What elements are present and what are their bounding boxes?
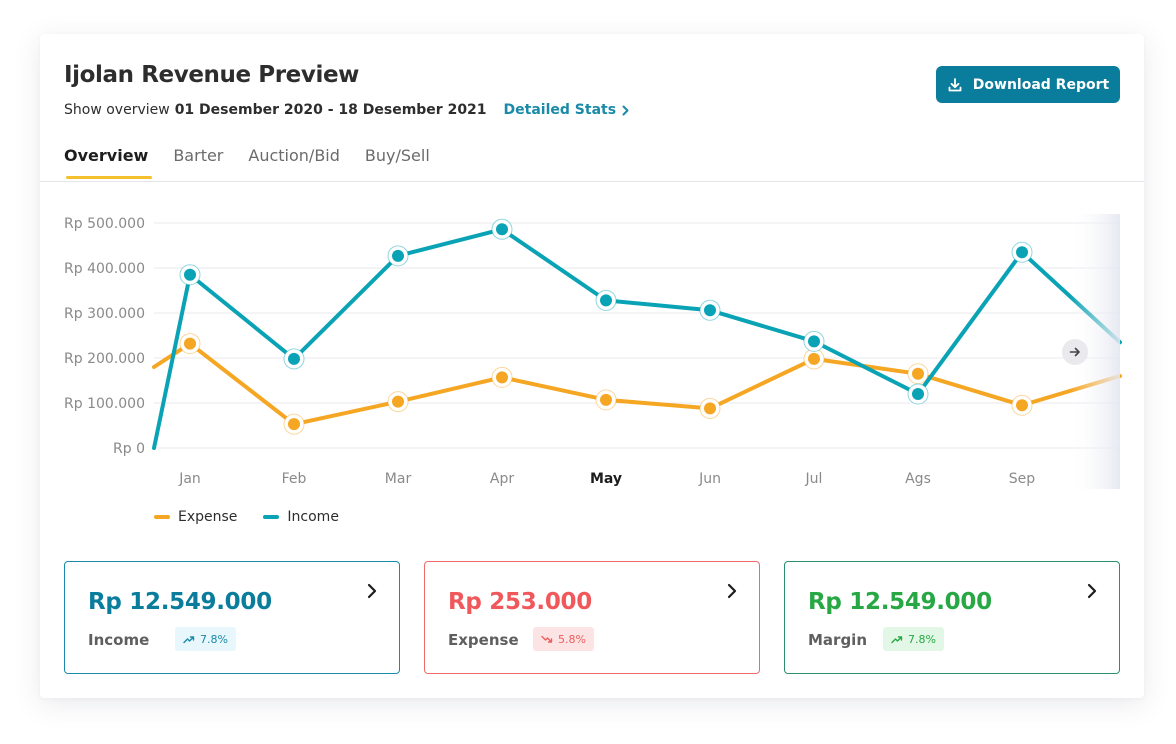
stat-change-expense: 5.8% <box>558 632 586 646</box>
data-point-income[interactable] <box>907 383 929 405</box>
data-point-income[interactable] <box>179 264 201 286</box>
chevron-right-icon <box>727 583 737 599</box>
x-tick-label: Jul <box>805 471 823 487</box>
y-tick-label: Rp 400.000 <box>64 261 145 277</box>
y-tick-label: Rp 100.000 <box>64 396 145 412</box>
x-tick-label: Mar <box>385 471 412 487</box>
legend-label-expense: Expense <box>178 509 238 525</box>
stat-label-income: Income <box>88 631 150 649</box>
data-point-income[interactable] <box>699 299 721 321</box>
stat-card-margin[interactable]: Rp 12.549.000 Margin 7.8% <box>784 561 1120 674</box>
chevron-right-icon <box>1087 583 1097 599</box>
trend-down-icon <box>541 635 553 643</box>
x-tick-label: Apr <box>490 471 514 487</box>
x-tick-label: Feb <box>282 471 307 487</box>
x-tick-label: May <box>590 471 622 487</box>
stat-badge-expense: 5.8% <box>533 627 594 651</box>
data-point-expense[interactable] <box>907 363 929 385</box>
stat-change-income: 7.8% <box>200 632 228 646</box>
trend-up-icon <box>183 635 195 643</box>
stat-value-expense: Rp 253.000 <box>448 589 592 615</box>
data-point-income[interactable] <box>491 218 513 240</box>
data-point-income[interactable] <box>595 289 617 311</box>
y-tick-label: Rp 200.000 <box>64 351 145 367</box>
trend-up-icon <box>891 635 903 643</box>
stat-badge-income: 7.8% <box>175 627 236 651</box>
chart-legend: Expense Income <box>154 509 365 525</box>
data-point-expense[interactable] <box>387 391 409 413</box>
y-tick-label: Rp 500.000 <box>64 216 145 232</box>
x-tick-label: Sep <box>1009 471 1036 487</box>
x-tick-label: Jan <box>178 471 201 487</box>
data-point-income[interactable] <box>803 330 825 352</box>
legend-swatch-expense <box>154 515 170 519</box>
data-point-income[interactable] <box>283 348 305 370</box>
legend-swatch-income <box>263 515 280 519</box>
stat-badge-margin: 7.8% <box>883 627 944 651</box>
x-tick-label: Jun <box>698 471 721 487</box>
x-tick-label: Ags <box>905 471 931 487</box>
chart-next-button[interactable] <box>1062 339 1088 365</box>
legend-income: Income <box>263 509 339 525</box>
data-point-expense[interactable] <box>595 389 617 411</box>
stat-value-income: Rp 12.549.000 <box>88 589 272 615</box>
data-point-expense[interactable] <box>179 333 201 355</box>
data-point-expense[interactable] <box>283 413 305 435</box>
data-point-expense[interactable] <box>1011 394 1033 416</box>
y-tick-label: Rp 300.000 <box>64 306 145 322</box>
data-point-expense[interactable] <box>699 397 721 419</box>
data-point-expense[interactable] <box>803 348 825 370</box>
data-point-income[interactable] <box>1011 241 1033 263</box>
stat-label-margin: Margin <box>808 631 868 649</box>
revenue-line-chart: Rp 0 Rp 100.000 Rp 200.000 Rp 300.000 Rp 400… <box>64 214 1122 489</box>
chevron-right-icon <box>367 583 377 599</box>
data-point-income[interactable] <box>387 245 409 267</box>
stat-change-margin: 7.8% <box>908 632 936 646</box>
stat-label-expense: Expense <box>448 631 519 649</box>
stat-card-expense[interactable]: Rp 253.000 Expense 5.8% <box>424 561 760 674</box>
stat-card-income[interactable]: Rp 12.549.000 Income 7.8% <box>64 561 400 674</box>
stat-value-margin: Rp 12.549.000 <box>808 589 992 615</box>
arrow-right-icon <box>1069 347 1080 357</box>
data-point-expense[interactable] <box>491 366 513 388</box>
y-tick-label: Rp 0 <box>113 441 145 457</box>
legend-expense: Expense <box>154 509 237 525</box>
revenue-card: Ijolan Revenue Preview Show overview 01 … <box>40 34 1144 698</box>
legend-label-income: Income <box>287 509 339 525</box>
